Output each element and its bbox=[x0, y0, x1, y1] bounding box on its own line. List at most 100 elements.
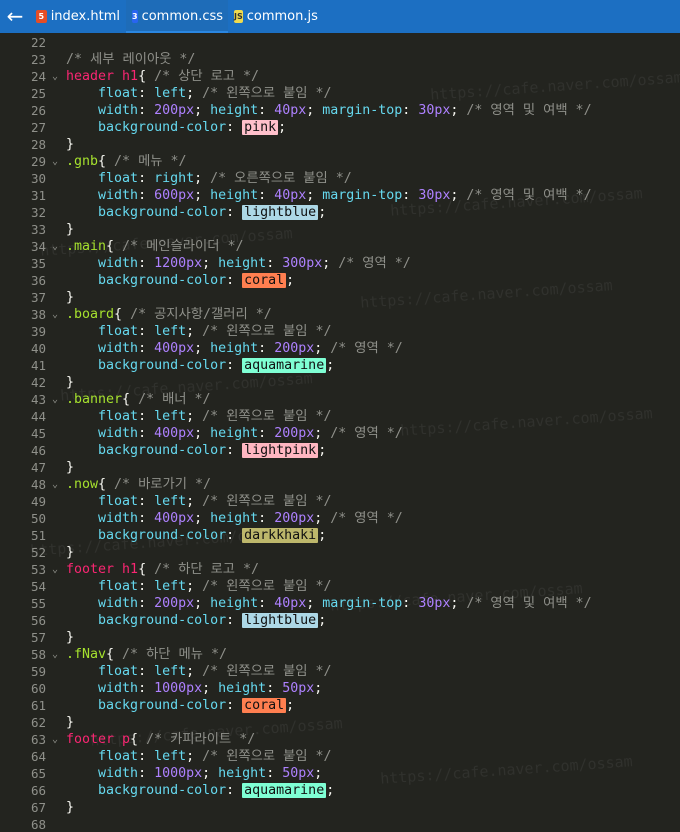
token-val: left bbox=[154, 409, 187, 424]
fold-toggle-icon[interactable]: ⌄ bbox=[52, 68, 58, 85]
code-line[interactable]: 38 ⌄ .board{ /* 공지사항/갤러리 */ bbox=[0, 306, 680, 323]
token-punct: } bbox=[66, 290, 75, 305]
code-line[interactable]: 51 background-color: darkkhaki; bbox=[0, 527, 680, 544]
css-file-icon: 3 bbox=[132, 10, 138, 23]
code-line[interactable]: 53 ⌄ footer h1{ /* 하단 로고 */ bbox=[0, 561, 680, 578]
fold-toggle-icon[interactable]: ⌄ bbox=[52, 731, 58, 748]
line-number: 58 bbox=[30, 647, 46, 662]
code-line[interactable]: 33} bbox=[0, 221, 680, 238]
code-line[interactable]: 61 background-color: coral; bbox=[0, 697, 680, 714]
fold-toggle-icon[interactable]: ⌄ bbox=[52, 646, 58, 663]
tab-common-css[interactable]: 3 common.css bbox=[126, 0, 228, 33]
token-val: left bbox=[154, 324, 187, 339]
token-prop: width bbox=[98, 766, 139, 781]
code-text: width: 600px; height: 40px; margin-top: … bbox=[66, 187, 592, 204]
fold-toggle-icon[interactable]: ⌄ bbox=[52, 561, 58, 578]
code-line[interactable]: 45 width: 400px; height: 200px; /* 영역 */ bbox=[0, 425, 680, 442]
code-line[interactable]: 52} bbox=[0, 544, 680, 561]
code-line[interactable]: 27 background-color: pink; bbox=[0, 119, 680, 136]
token-punct: ; bbox=[194, 511, 211, 526]
token-punct: ; bbox=[318, 528, 327, 543]
code-line[interactable]: 30 float: right; /* 오른쪽으로 붙임 */ bbox=[0, 170, 680, 187]
code-line[interactable]: 68 bbox=[0, 816, 680, 832]
code-line[interactable]: 46 background-color: lightpink; bbox=[0, 442, 680, 459]
code-line[interactable]: 57} bbox=[0, 629, 680, 646]
code-line[interactable]: 50 width: 400px; height: 200px; /* 영역 */ bbox=[0, 510, 680, 527]
tab-label: common.js bbox=[246, 9, 318, 24]
fold-toggle-icon[interactable]: ⌄ bbox=[52, 238, 58, 255]
code-line[interactable]: 36 background-color: coral; bbox=[0, 272, 680, 289]
token-punct: : bbox=[138, 596, 155, 611]
code-line[interactable]: 59 float: left; /* 왼쪽으로 붙임 */ bbox=[0, 663, 680, 680]
token-punct bbox=[66, 613, 98, 628]
code-line[interactable]: 41 background-color: aquamarine; bbox=[0, 357, 680, 374]
token-punct: ; bbox=[286, 273, 295, 288]
token-punct: ; bbox=[186, 86, 203, 101]
code-line[interactable]: 49 float: left; /* 왼쪽으로 붙임 */ bbox=[0, 493, 680, 510]
code-line[interactable]: 22 bbox=[0, 34, 680, 51]
token-num: 40px bbox=[274, 188, 307, 203]
code-text: float: left; /* 왼쪽으로 붙임 */ bbox=[66, 408, 332, 425]
code-line[interactable]: 37} bbox=[0, 289, 680, 306]
code-line[interactable]: 28} bbox=[0, 136, 680, 153]
code-line[interactable]: 64 float: left; /* 왼쪽으로 붙임 */ bbox=[0, 748, 680, 765]
code-text: } bbox=[66, 544, 74, 561]
back-arrow-icon[interactable]: ← bbox=[0, 0, 30, 33]
line-number: 55 bbox=[30, 596, 46, 611]
token-prop: height bbox=[218, 681, 267, 696]
code-line[interactable]: 55 width: 200px; height: 40px; margin-to… bbox=[0, 595, 680, 612]
code-line[interactable]: 26 width: 200px; height: 40px; margin-to… bbox=[0, 102, 680, 119]
fold-toggle-icon[interactable]: ⌄ bbox=[52, 391, 58, 408]
code-line[interactable]: 32 background-color: lightblue; bbox=[0, 204, 680, 221]
fold-toggle-icon[interactable]: ⌄ bbox=[52, 153, 58, 170]
code-line[interactable]: 31 width: 600px; height: 40px; margin-to… bbox=[0, 187, 680, 204]
code-line[interactable]: 24 ⌄ header h1{ /* 상단 로고 */ bbox=[0, 68, 680, 85]
token-punct: : bbox=[258, 341, 275, 356]
code-line[interactable]: 58 ⌄ .fNav{ /* 하단 메뉴 */ bbox=[0, 646, 680, 663]
token-val: left bbox=[154, 664, 187, 679]
token-val: left bbox=[154, 749, 187, 764]
token-punct: ; bbox=[186, 664, 203, 679]
token-punct: } bbox=[66, 222, 75, 237]
token-num: 1000px bbox=[154, 681, 203, 696]
code-line[interactable]: 66 background-color: aquamarine; bbox=[0, 782, 680, 799]
code-line[interactable]: 43 ⌄ .banner{ /* 배너 */ bbox=[0, 391, 680, 408]
code-text: float: left; /* 왼쪽으로 붙임 */ bbox=[66, 493, 332, 510]
tab-common-js[interactable]: JS common.js bbox=[228, 0, 320, 33]
code-text: width: 400px; height: 200px; /* 영역 */ bbox=[66, 510, 403, 527]
code-line[interactable]: 29 ⌄ .gnb{ /* 메뉴 */ bbox=[0, 153, 680, 170]
code-line[interactable]: 23 /* 세부 레이아웃 */ bbox=[0, 51, 680, 68]
code-line[interactable]: 54 float: left; /* 왼쪽으로 붙임 */ bbox=[0, 578, 680, 595]
token-punct: ; bbox=[202, 681, 219, 696]
code-line[interactable]: 35 width: 1200px; height: 300px; /* 영역 *… bbox=[0, 255, 680, 272]
code-line[interactable]: 65 width: 1000px; height: 50px; bbox=[0, 765, 680, 782]
fold-toggle-icon[interactable]: ⌄ bbox=[52, 306, 58, 323]
code-line[interactable]: 25 float: left; /* 왼쪽으로 붙임 */ bbox=[0, 85, 680, 102]
token-punct: : bbox=[402, 103, 419, 118]
code-line[interactable]: 60 width: 1000px; height: 50px; bbox=[0, 680, 680, 697]
code-line[interactable]: 42} bbox=[0, 374, 680, 391]
fold-toggle-icon[interactable]: ⌄ bbox=[52, 476, 58, 493]
token-cmt: /* 영역 */ bbox=[330, 426, 403, 441]
code-line[interactable]: 67} bbox=[0, 799, 680, 816]
token-punct bbox=[66, 783, 98, 798]
code-text: width: 1000px; height: 50px; bbox=[66, 680, 322, 697]
token-cmt: /* 영역 */ bbox=[330, 341, 403, 356]
code-line[interactable]: 63 ⌄ footer p{ /* 카피라이트 */ bbox=[0, 731, 680, 748]
code-line[interactable]: 56 background-color: lightblue; bbox=[0, 612, 680, 629]
code-text: .main{ /* 메인슬라이더 */ bbox=[66, 238, 243, 255]
token-punct: ; bbox=[450, 103, 467, 118]
code-line[interactable]: 34 ⌄ .main{ /* 메인슬라이더 */ bbox=[0, 238, 680, 255]
token-prop: height bbox=[210, 341, 259, 356]
code-line[interactable]: 39 float: left; /* 왼쪽으로 붙임 */ bbox=[0, 323, 680, 340]
code-line[interactable]: 48 ⌄ .now{ /* 바로가기 */ bbox=[0, 476, 680, 493]
code-editor[interactable]: https://cafe.naver.com/ossam https://caf… bbox=[0, 33, 680, 832]
tab-index-html[interactable]: 5 index.html bbox=[30, 0, 126, 33]
token-cmt: /* 영역 */ bbox=[330, 511, 403, 526]
token-prop: height bbox=[210, 426, 259, 441]
code-line[interactable]: 40 width: 400px; height: 200px; /* 영역 */ bbox=[0, 340, 680, 357]
code-text: } bbox=[66, 136, 74, 153]
code-line[interactable]: 47} bbox=[0, 459, 680, 476]
code-line[interactable]: 44 float: left; /* 왼쪽으로 붙임 */ bbox=[0, 408, 680, 425]
code-line[interactable]: 62} bbox=[0, 714, 680, 731]
